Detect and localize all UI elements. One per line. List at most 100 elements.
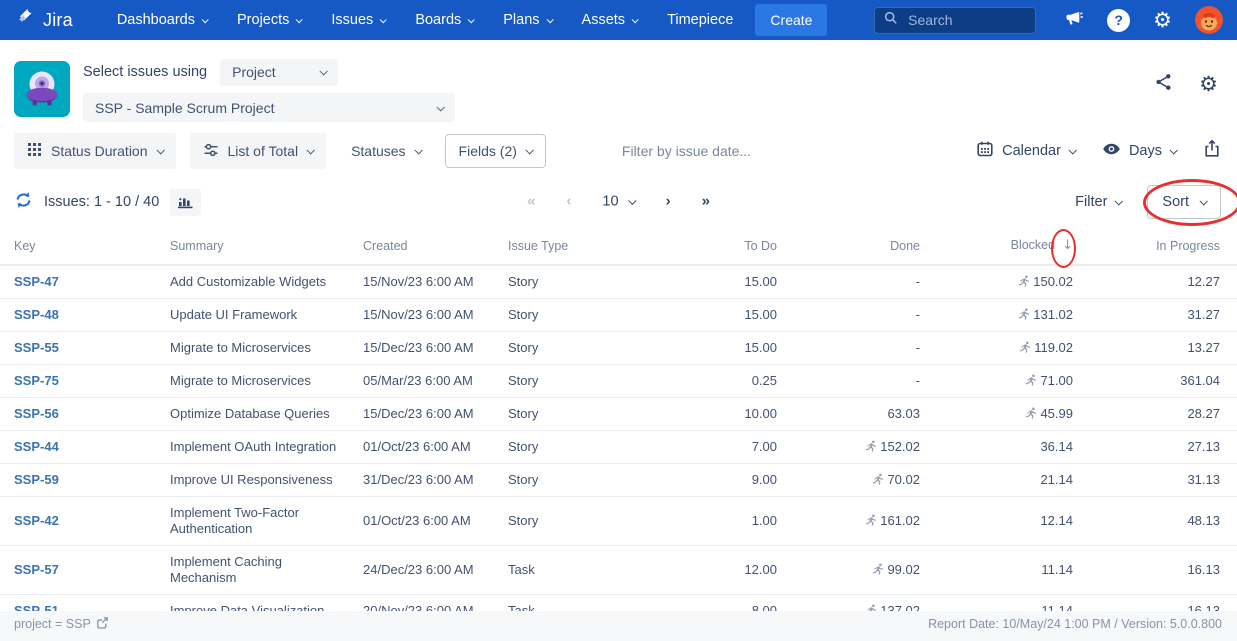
- issue-key-link[interactable]: SSP-55: [14, 340, 59, 355]
- external-link-icon[interactable]: [96, 616, 109, 632]
- issues-bar: Issues: 1 - 10 / 40: [0, 172, 1237, 230]
- summary-cell: Migrate to Microservices: [156, 332, 349, 365]
- statuses-dropdown[interactable]: Statuses: [338, 133, 433, 169]
- nav-item-timepiece[interactable]: Timepiece: [667, 12, 733, 28]
- jira-report-page: Jira Dashboards Projects Issues Boards P…: [0, 0, 1237, 641]
- chart-view-button[interactable]: [170, 189, 201, 216]
- chevron-down-icon: [1199, 197, 1207, 205]
- column-header-key[interactable]: Key: [0, 230, 156, 265]
- active-status-runner-icon: [865, 439, 878, 455]
- in-progress-cell: 13.27: [1073, 332, 1237, 365]
- issue-key-link[interactable]: SSP-56: [14, 406, 59, 421]
- issue-key-link[interactable]: SSP-57: [14, 562, 59, 577]
- active-status-runner-icon: [1018, 274, 1031, 290]
- to-do-cell: 15.00: [625, 299, 777, 332]
- to-do-cell: 15.00: [625, 265, 777, 299]
- summary-cell: Implement Caching Mechanism: [156, 546, 349, 595]
- help-icon[interactable]: ?: [1107, 9, 1130, 32]
- to-do-cell: 15.00: [625, 332, 777, 365]
- jql-query-label: project = SSP: [14, 617, 91, 631]
- calendar-view-dropdown[interactable]: Calendar: [976, 140, 1075, 162]
- to-do-cell: 10.00: [625, 398, 777, 431]
- in-progress-cell: 27.13: [1073, 431, 1237, 464]
- project-select-dropdown[interactable]: SSP - Sample Scrum Project: [83, 93, 455, 122]
- filter-dropdown[interactable]: Filter: [1075, 194, 1121, 210]
- issue-source-mode-dropdown[interactable]: Project: [220, 59, 338, 86]
- done-cell: -: [777, 265, 920, 299]
- done-cell: 63.03: [777, 398, 920, 431]
- time-unit-dropdown[interactable]: Days: [1102, 140, 1176, 162]
- issue-type-cell: Story: [494, 398, 625, 431]
- created-cell: 01/Oct/23 6:00 AM: [349, 497, 494, 546]
- fields-dropdown[interactable]: Fields (2): [445, 134, 546, 168]
- issue-key-link[interactable]: SSP-48: [14, 307, 59, 322]
- pagination-last-button[interactable]: »: [702, 193, 710, 210]
- calendar-icon: [976, 140, 994, 162]
- in-progress-cell: 31.27: [1073, 299, 1237, 332]
- jira-logo[interactable]: Jira: [16, 7, 73, 33]
- export-icon[interactable]: [1203, 139, 1221, 163]
- issue-type-cell: Story: [494, 464, 625, 497]
- to-do-cell: 7.00: [625, 431, 777, 464]
- chevron-down-icon: [202, 16, 209, 23]
- refresh-icon[interactable]: [14, 191, 33, 214]
- active-status-runner-icon: [1018, 307, 1031, 323]
- issue-key-link[interactable]: SSP-47: [14, 274, 59, 289]
- chevron-down-icon: [1169, 146, 1177, 154]
- column-header-done[interactable]: Done: [777, 230, 920, 265]
- issue-date-filter-input[interactable]: [620, 142, 810, 160]
- summary-cell: Improve UI Responsiveness: [156, 464, 349, 497]
- issue-date-filter[interactable]: [620, 142, 810, 161]
- nav-item-assets[interactable]: Assets: [582, 12, 638, 28]
- nav-item-dashboards[interactable]: Dashboards: [117, 12, 207, 28]
- status-duration-dropdown[interactable]: Status Duration: [14, 133, 176, 169]
- header-action-icons: ⚙: [1154, 72, 1218, 97]
- share-icon[interactable]: [1154, 72, 1174, 97]
- chevron-down-icon: [546, 16, 553, 23]
- column-header-issue-type[interactable]: Issue Type: [494, 230, 625, 265]
- active-status-runner-icon: [865, 513, 878, 529]
- user-avatar[interactable]: [1195, 6, 1223, 34]
- done-cell: 152.02: [777, 431, 920, 464]
- search-input[interactable]: [906, 11, 1016, 29]
- issues-table-body: SSP-47 Add Customizable Widgets 15/Nov/2…: [0, 265, 1237, 628]
- column-header-created[interactable]: Created: [349, 230, 494, 265]
- announcements-megaphone-icon[interactable]: [1063, 8, 1084, 33]
- table-row: SSP-42 Implement Two-Factor Authenticati…: [0, 497, 1237, 546]
- column-header-in-progress[interactable]: In Progress: [1073, 230, 1237, 265]
- chevron-down-icon: [1115, 197, 1123, 205]
- column-header-to-do[interactable]: To Do: [625, 230, 777, 265]
- sort-button[interactable]: Sort: [1147, 185, 1221, 219]
- in-progress-cell: 12.27: [1073, 265, 1237, 299]
- blocked-cell: 150.02: [920, 265, 1073, 299]
- global-search[interactable]: [874, 7, 1036, 34]
- issues-count-label: Issues: 1 - 10 / 40: [44, 194, 159, 210]
- list-of-total-dropdown[interactable]: List of Total: [190, 133, 327, 169]
- blocked-cell: 45.99: [920, 398, 1073, 431]
- chevron-down-icon: [320, 67, 328, 75]
- create-button[interactable]: Create: [755, 4, 827, 36]
- pagination-next-button[interactable]: ›: [666, 193, 671, 210]
- blocked-cell: 11.14: [920, 546, 1073, 595]
- pagination-first-button[interactable]: «: [527, 193, 535, 210]
- page-size-dropdown[interactable]: 10: [602, 193, 634, 209]
- issue-key-link[interactable]: SSP-75: [14, 373, 59, 388]
- chevron-down-icon: [414, 146, 422, 154]
- issue-key-link[interactable]: SSP-44: [14, 439, 59, 454]
- done-cell: 99.02: [777, 546, 920, 595]
- in-progress-cell: 28.27: [1073, 398, 1237, 431]
- nav-item-projects[interactable]: Projects: [237, 12, 301, 28]
- sort-direction-arrow-icon[interactable]: ↓: [1062, 238, 1073, 253]
- column-header-summary[interactable]: Summary: [156, 230, 349, 265]
- nav-item-boards[interactable]: Boards: [415, 12, 473, 28]
- report-settings-gear-icon[interactable]: ⚙: [1199, 74, 1218, 95]
- issue-key-link[interactable]: SSP-59: [14, 472, 59, 487]
- settings-gear-icon[interactable]: ⚙: [1153, 10, 1172, 31]
- column-header-blocked[interactable]: Blocked↓: [920, 230, 1073, 265]
- summary-cell: Implement Two-Factor Authentication: [156, 497, 349, 546]
- table-row: SSP-59 Improve UI Responsiveness 31/Dec/…: [0, 464, 1237, 497]
- nav-item-plans[interactable]: Plans: [503, 12, 551, 28]
- issue-key-link[interactable]: SSP-42: [14, 513, 59, 528]
- pagination-prev-button[interactable]: ‹: [566, 193, 571, 210]
- nav-item-issues[interactable]: Issues: [331, 12, 385, 28]
